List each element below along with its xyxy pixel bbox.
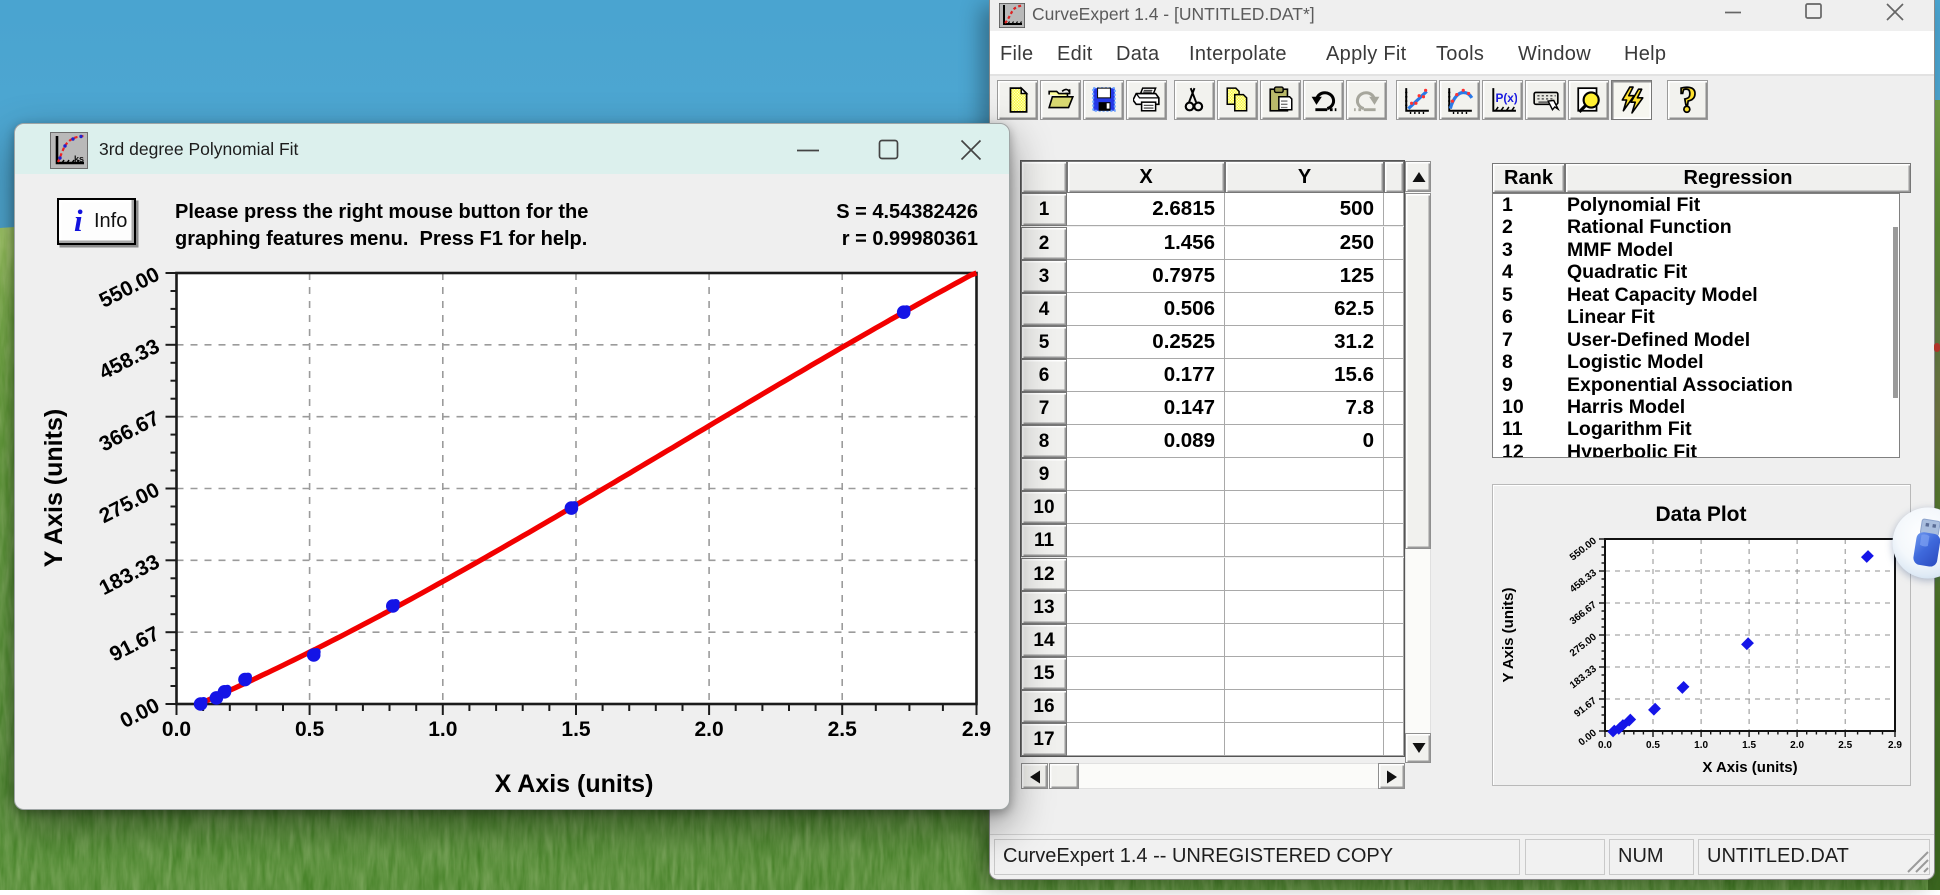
- svg-text:X Axis (units): X Axis (units): [495, 770, 654, 798]
- svg-text:2.0: 2.0: [1790, 740, 1804, 751]
- svg-text:X Axis (units): X Axis (units): [1702, 759, 1797, 776]
- svg-text:1.0: 1.0: [428, 718, 457, 741]
- svg-text:1.5: 1.5: [1742, 740, 1756, 751]
- svg-text:0.5: 0.5: [1646, 740, 1660, 751]
- svg-text:366.67: 366.67: [1568, 599, 1599, 627]
- svg-text:366.67: 366.67: [96, 407, 164, 457]
- svg-text:2.5: 2.5: [1838, 740, 1852, 751]
- svg-text:0.0: 0.0: [162, 718, 191, 741]
- svg-text:1.0: 1.0: [1694, 740, 1708, 751]
- svg-text:Y Axis (units): Y Axis (units): [40, 409, 68, 567]
- svg-text:275.00: 275.00: [1568, 631, 1599, 659]
- svg-text:2.0: 2.0: [694, 718, 723, 741]
- svg-text:Y Axis (units): Y Axis (units): [1500, 587, 1517, 682]
- svg-text:0.0: 0.0: [1598, 740, 1612, 751]
- svg-text:458.33: 458.33: [96, 335, 164, 385]
- svg-text:91.67: 91.67: [1572, 695, 1599, 719]
- svg-text:0.5: 0.5: [295, 718, 325, 741]
- svg-text:2.9: 2.9: [962, 718, 991, 741]
- svg-text:550.00: 550.00: [96, 263, 164, 313]
- svg-text:0.00: 0.00: [116, 694, 163, 733]
- svg-text:2.9: 2.9: [1888, 740, 1902, 751]
- svg-text:275.00: 275.00: [96, 478, 164, 528]
- svg-text:183.33: 183.33: [96, 550, 164, 600]
- svg-text:0.00: 0.00: [1577, 727, 1599, 748]
- svg-text:2.5: 2.5: [828, 718, 858, 741]
- svg-text:458.33: 458.33: [1568, 567, 1599, 595]
- svg-text:Data Plot: Data Plot: [1655, 503, 1746, 526]
- svg-text:91.67: 91.67: [106, 622, 163, 666]
- svg-text:183.33: 183.33: [1568, 663, 1599, 691]
- svg-text:550.00: 550.00: [1568, 535, 1599, 563]
- svg-text:1.5: 1.5: [561, 718, 591, 741]
